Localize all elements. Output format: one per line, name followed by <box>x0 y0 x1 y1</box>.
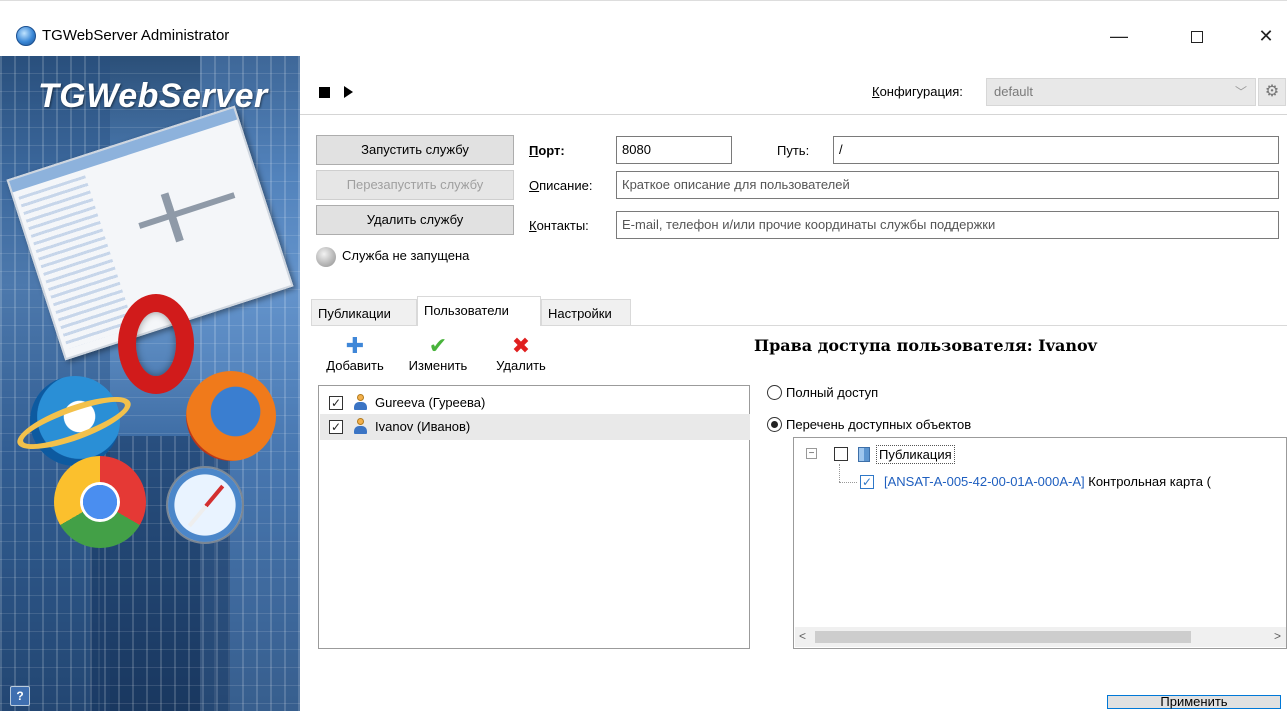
scroll-left-arrow-icon[interactable]: < <box>799 629 806 643</box>
maximize-icon <box>1191 31 1203 44</box>
side-banner: TGWebServer ? <box>0 56 300 711</box>
safari-logo-icon <box>166 466 244 544</box>
delete-service-button[interactable]: Удалить службу <box>316 205 514 235</box>
contacts-label-text: онтакты: <box>536 218 589 233</box>
description-label-text: писание: <box>539 178 593 193</box>
publication-checkbox[interactable] <box>834 447 848 461</box>
chevron-down-icon: ﹀ <box>1234 85 1247 99</box>
list-item[interactable]: ✓ Ivanov (Иванов) <box>320 414 750 440</box>
port-label-accesskey: П <box>529 143 539 158</box>
add-user-button[interactable]: ✚ Добавить <box>318 333 392 374</box>
contacts-label: Контакты: <box>529 218 589 233</box>
user-name: Ivanov (Иванов) <box>375 419 471 434</box>
app-globe-icon <box>16 26 36 46</box>
checkmark-icon: ✔ <box>428 333 448 358</box>
opera-logo-icon <box>118 294 194 394</box>
edit-user-button[interactable]: ✔ Изменить <box>402 333 474 374</box>
app-window: TGWebServer Administrator — ✕ TGWebServe… <box>0 0 1287 711</box>
close-button[interactable]: ✕ <box>1243 19 1287 53</box>
tree-connector-horizontal <box>839 482 857 483</box>
object-list-label[interactable]: Перечень доступных объектов <box>786 417 971 432</box>
document-checkbox[interactable]: ✓ <box>860 475 874 489</box>
port-input[interactable]: 8080 <box>616 136 732 164</box>
window-title: TGWebServer Administrator <box>42 27 230 44</box>
user-name: Gureeva (Гуреева) <box>375 395 486 410</box>
contacts-label-accesskey: К <box>529 218 537 233</box>
object-list-radio[interactable] <box>767 417 782 432</box>
scrollbar-thumb[interactable] <box>815 631 1191 643</box>
apply-button[interactable]: Применить <box>1107 695 1281 709</box>
tree-horizontal-scrollbar[interactable]: < > <box>795 627 1286 647</box>
full-access-radio[interactable] <box>767 385 782 400</box>
minimize-button[interactable]: — <box>1096 19 1142 53</box>
description-input[interactable]: Краткое описание для пользователей <box>616 171 1279 199</box>
tab-users[interactable]: Пользователи <box>417 296 541 326</box>
stop-service-icon[interactable] <box>319 87 330 98</box>
cross-icon: ✖ <box>511 333 531 358</box>
tab-publications[interactable]: Публикации <box>311 299 417 325</box>
configuration-label: Конфигурация: <box>872 84 963 99</box>
add-user-label: Добавить <box>326 358 384 373</box>
chrome-logo-icon <box>54 456 146 548</box>
port-label: Порт: <box>529 143 565 158</box>
user-enabled-checkbox[interactable]: ✓ <box>329 396 343 410</box>
configuration-label-text: онфигурация: <box>879 84 963 99</box>
publication-node-label[interactable]: Публикация <box>876 445 955 464</box>
path-input[interactable]: / <box>833 136 1279 164</box>
document-node-label[interactable]: [ANSAT-A-005-42-00-01A-000A-A] Контрольн… <box>884 474 1211 489</box>
screenshot-aircraft-fuselage <box>138 192 236 229</box>
description-label-accesskey: О <box>529 178 540 193</box>
title-bar: TGWebServer Administrator — ✕ <box>0 0 1287 56</box>
maximize-button[interactable] <box>1174 19 1220 53</box>
configuration-settings-button[interactable]: ⚙ <box>1258 78 1286 106</box>
rights-title: Права доступа пользователя: Ivanov <box>754 336 1097 355</box>
contacts-input[interactable]: E-mail, телефон и/или прочие координаты … <box>616 211 1279 239</box>
service-status-text: Служба не запущена <box>342 248 470 263</box>
user-enabled-checkbox[interactable]: ✓ <box>329 420 343 434</box>
gear-icon: ⚙ <box>1264 83 1280 100</box>
delete-user-button[interactable]: ✖ Удалить <box>487 333 555 374</box>
delete-user-label: Удалить <box>496 358 546 373</box>
tab-settings[interactable]: Настройки <box>541 299 631 325</box>
main-toolbar: Конфигурация: default ﹀ ⚙ <box>300 75 1287 115</box>
configuration-label-accesskey: К <box>872 84 880 99</box>
list-item[interactable]: ✓ Gureeva (Гуреева) <box>320 390 750 416</box>
configuration-select-value: default <box>994 84 1034 99</box>
document-title: Контрольная карта ( <box>1084 474 1211 489</box>
document-code: [ANSAT-A-005-42-00-01A-000A-A] <box>884 474 1085 489</box>
start-service-button[interactable]: Запустить службу <box>316 135 514 165</box>
user-list[interactable]: ✓ Gureeva (Гуреева) ✓ Ivanov (Иванов) <box>318 385 750 649</box>
firefox-logo-icon <box>186 371 276 461</box>
user-icon <box>354 418 367 434</box>
tree-connector-vertical <box>839 464 840 482</box>
status-indicator-icon <box>316 247 336 267</box>
configuration-select[interactable]: default ﹀ <box>986 78 1256 106</box>
publication-book-icon <box>858 447 870 462</box>
collapse-node-icon[interactable]: − <box>806 448 817 459</box>
restart-service-button[interactable]: Перезапустить службу <box>316 170 514 200</box>
plus-icon: ✚ <box>345 333 365 358</box>
help-button[interactable]: ? <box>10 686 30 706</box>
port-label-text: орт: <box>538 143 565 158</box>
start-service-icon[interactable] <box>344 86 353 98</box>
scroll-right-arrow-icon[interactable]: > <box>1274 629 1281 643</box>
full-access-label[interactable]: Полный доступ <box>786 385 878 400</box>
user-icon <box>354 394 367 410</box>
edit-user-label: Изменить <box>408 358 468 373</box>
access-objects-tree[interactable]: − Публикация ✓ [ANSAT-A-005-42-00-01A-00… <box>793 437 1287 649</box>
description-label: Описание: <box>529 178 592 193</box>
path-label: Путь: <box>777 143 810 158</box>
